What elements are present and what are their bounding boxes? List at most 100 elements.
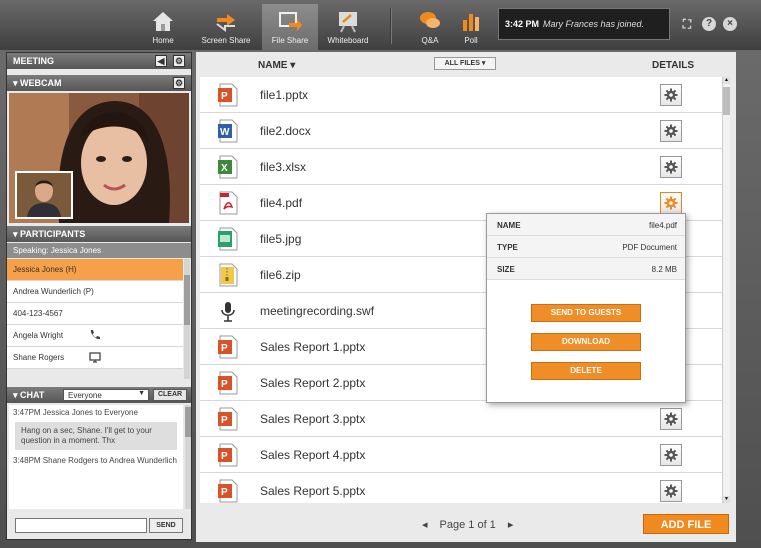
svg-text:P: P: [221, 487, 228, 498]
file-name: file2.docx: [260, 124, 311, 138]
meeting-settings-icon[interactable]: ⚙: [173, 55, 185, 67]
screen-share-icon: [216, 14, 235, 32]
file-details-gear-icon[interactable]: [660, 444, 682, 466]
close-icon[interactable]: ×: [723, 17, 737, 31]
participant-name: Shane Rogers: [13, 353, 65, 362]
scroll-up-arrow-icon[interactable]: ▲: [723, 77, 730, 84]
file-details-gear-icon[interactable]: [660, 408, 682, 430]
pptx-file-icon: P: [218, 335, 238, 359]
join-notification: 3:42 PM Mary Frances has joined.: [498, 8, 670, 40]
file-name: file1.pptx: [260, 88, 309, 102]
poll-icon: [463, 14, 479, 31]
detail-size-label: SIZE: [497, 265, 515, 274]
svg-text:X: X: [221, 163, 228, 174]
participant-list: Jessica Jones (H) Andrea Wunderlich (P) …: [7, 259, 183, 369]
svg-text:W: W: [220, 127, 230, 138]
scrollbar-thumb[interactable]: [723, 87, 730, 115]
clear-chat-button[interactable]: CLEAR: [153, 389, 187, 401]
participant-row[interactable]: Jessica Jones (H): [7, 259, 183, 281]
webcam-settings-icon[interactable]: ⚙: [173, 77, 185, 89]
file-share-icon: [279, 12, 302, 31]
file-row[interactable]: Pfile1.pptx: [200, 77, 722, 113]
file-name: file4.pdf: [260, 196, 303, 210]
chat-recipient-select[interactable]: Everyone ▼: [63, 389, 149, 401]
pagination: ◂ Page 1 of 1 ▸: [416, 518, 519, 531]
toolbar-screen-share-button[interactable]: Screen Share: [198, 4, 254, 48]
chat-messages: 3:47PM Jessica Jones to Everyone Hang on…: [9, 405, 183, 509]
send-button[interactable]: SEND: [149, 518, 183, 533]
pptx-file-icon: P: [218, 443, 238, 467]
name-header-label: NAME: [258, 60, 288, 71]
file-details-gear-icon[interactable]: [660, 84, 682, 106]
speaker-icon[interactable]: ◀: [155, 55, 167, 67]
pptx-file-icon: P: [218, 371, 238, 395]
file-filter-select[interactable]: ALL FILES ▾: [434, 57, 496, 70]
next-page-icon[interactable]: ▸: [508, 519, 514, 531]
participant-row[interactable]: Andrea Wunderlich (P): [7, 281, 183, 303]
participants-scrollbar[interactable]: [184, 259, 190, 379]
page-indicator: Page 1 of 1: [439, 519, 496, 531]
file-details-gear-icon[interactable]: [660, 120, 682, 142]
participant-row[interactable]: 404-123-4567: [7, 303, 183, 325]
pptx-file-icon: P: [218, 83, 238, 107]
file-details-popup: NAME file4.pdf TYPE PDF Document SIZE 8.2 M…: [486, 213, 686, 403]
file-details-gear-icon[interactable]: [660, 192, 682, 214]
help-icon[interactable]: ?: [702, 17, 716, 31]
participant-row[interactable]: Shane Rogers: [7, 347, 183, 369]
xlsx-file-icon: X: [218, 155, 238, 179]
chat-message-header: 3:47PM Jessica Jones to Everyone: [13, 408, 138, 417]
self-view-video: [17, 173, 71, 217]
detail-size-row: SIZE 8.2 MB: [487, 258, 685, 280]
detail-size-value: 8.2 MB: [651, 265, 677, 274]
notification-time: 3:42 PM: [505, 19, 540, 29]
toolbar-home-button[interactable]: Home: [135, 4, 191, 48]
file-row[interactable]: Xfile3.xlsx: [200, 149, 722, 185]
file-name: file5.jpg: [260, 232, 302, 246]
pptx-file-icon: P: [218, 479, 238, 503]
toolbar-whiteboard-button[interactable]: Whiteboard: [320, 4, 376, 48]
file-details-gear-icon[interactable]: [660, 156, 682, 178]
file-list-scrollbar[interactable]: ▲ ▼: [722, 77, 730, 503]
scroll-down-arrow-icon[interactable]: ▼: [723, 496, 730, 503]
participant-row[interactable]: Angela Wright: [7, 325, 183, 347]
chat-scrollbar[interactable]: [185, 405, 191, 509]
download-button[interactable]: DOWNLOAD: [531, 333, 641, 351]
delete-button[interactable]: DELETE: [531, 362, 641, 380]
toolbar-file-share-button[interactable]: File Share: [262, 4, 318, 50]
home-icon: [153, 12, 173, 31]
file-name: Sales Report 3.pptx: [260, 412, 366, 426]
file-row[interactable]: P Sales Report 3.pptx: [200, 401, 722, 437]
svg-text:P: P: [221, 415, 228, 426]
collapse-arrow-icon: ▾: [13, 390, 21, 400]
scrollbar-thumb[interactable]: [184, 275, 190, 325]
prev-page-icon[interactable]: ◂: [422, 519, 428, 531]
webcam-header[interactable]: ▾ WEBCAM ⚙: [7, 75, 191, 91]
svg-text:P: P: [221, 451, 228, 462]
file-row[interactable]: P Sales Report 4.pptx: [200, 437, 722, 473]
file-details-gear-icon[interactable]: [660, 480, 682, 502]
file-row[interactable]: P Sales Report 5.pptx: [200, 473, 722, 503]
meeting-title: MEETING: [13, 56, 55, 66]
toolbar-poll-label: Poll: [464, 36, 478, 45]
chat-recipient-value: Everyone: [68, 391, 102, 400]
send-to-guests-button[interactable]: SEND TO GUESTS: [531, 304, 641, 322]
chat-input[interactable]: [15, 518, 147, 533]
detail-name-row: NAME file4.pdf: [487, 214, 685, 236]
toolbar-poll-button[interactable]: Poll: [443, 4, 499, 48]
add-file-button[interactable]: ADD FILE: [643, 514, 729, 534]
scrollbar-thumb[interactable]: [185, 407, 191, 437]
name-column-header[interactable]: NAME ▾: [258, 60, 295, 71]
fullscreen-icon[interactable]: ⛶: [680, 17, 694, 31]
qa-icon: [420, 12, 440, 28]
pdf-file-icon: [218, 191, 238, 215]
chevron-down-icon: ▾: [481, 60, 486, 67]
participants-header[interactable]: ▾ PARTICIPANTS: [7, 226, 191, 242]
self-view-thumbnail: [15, 171, 73, 219]
participants-title: PARTICIPANTS: [20, 229, 86, 239]
monitor-icon: [89, 352, 101, 363]
jpg-file-icon: [218, 227, 238, 251]
toolbar-file-share-label: File Share: [271, 36, 309, 45]
file-row[interactable]: Wfile2.docx: [200, 113, 722, 149]
detail-type-value: PDF Document: [622, 243, 677, 252]
swf-file-icon: [218, 299, 238, 323]
